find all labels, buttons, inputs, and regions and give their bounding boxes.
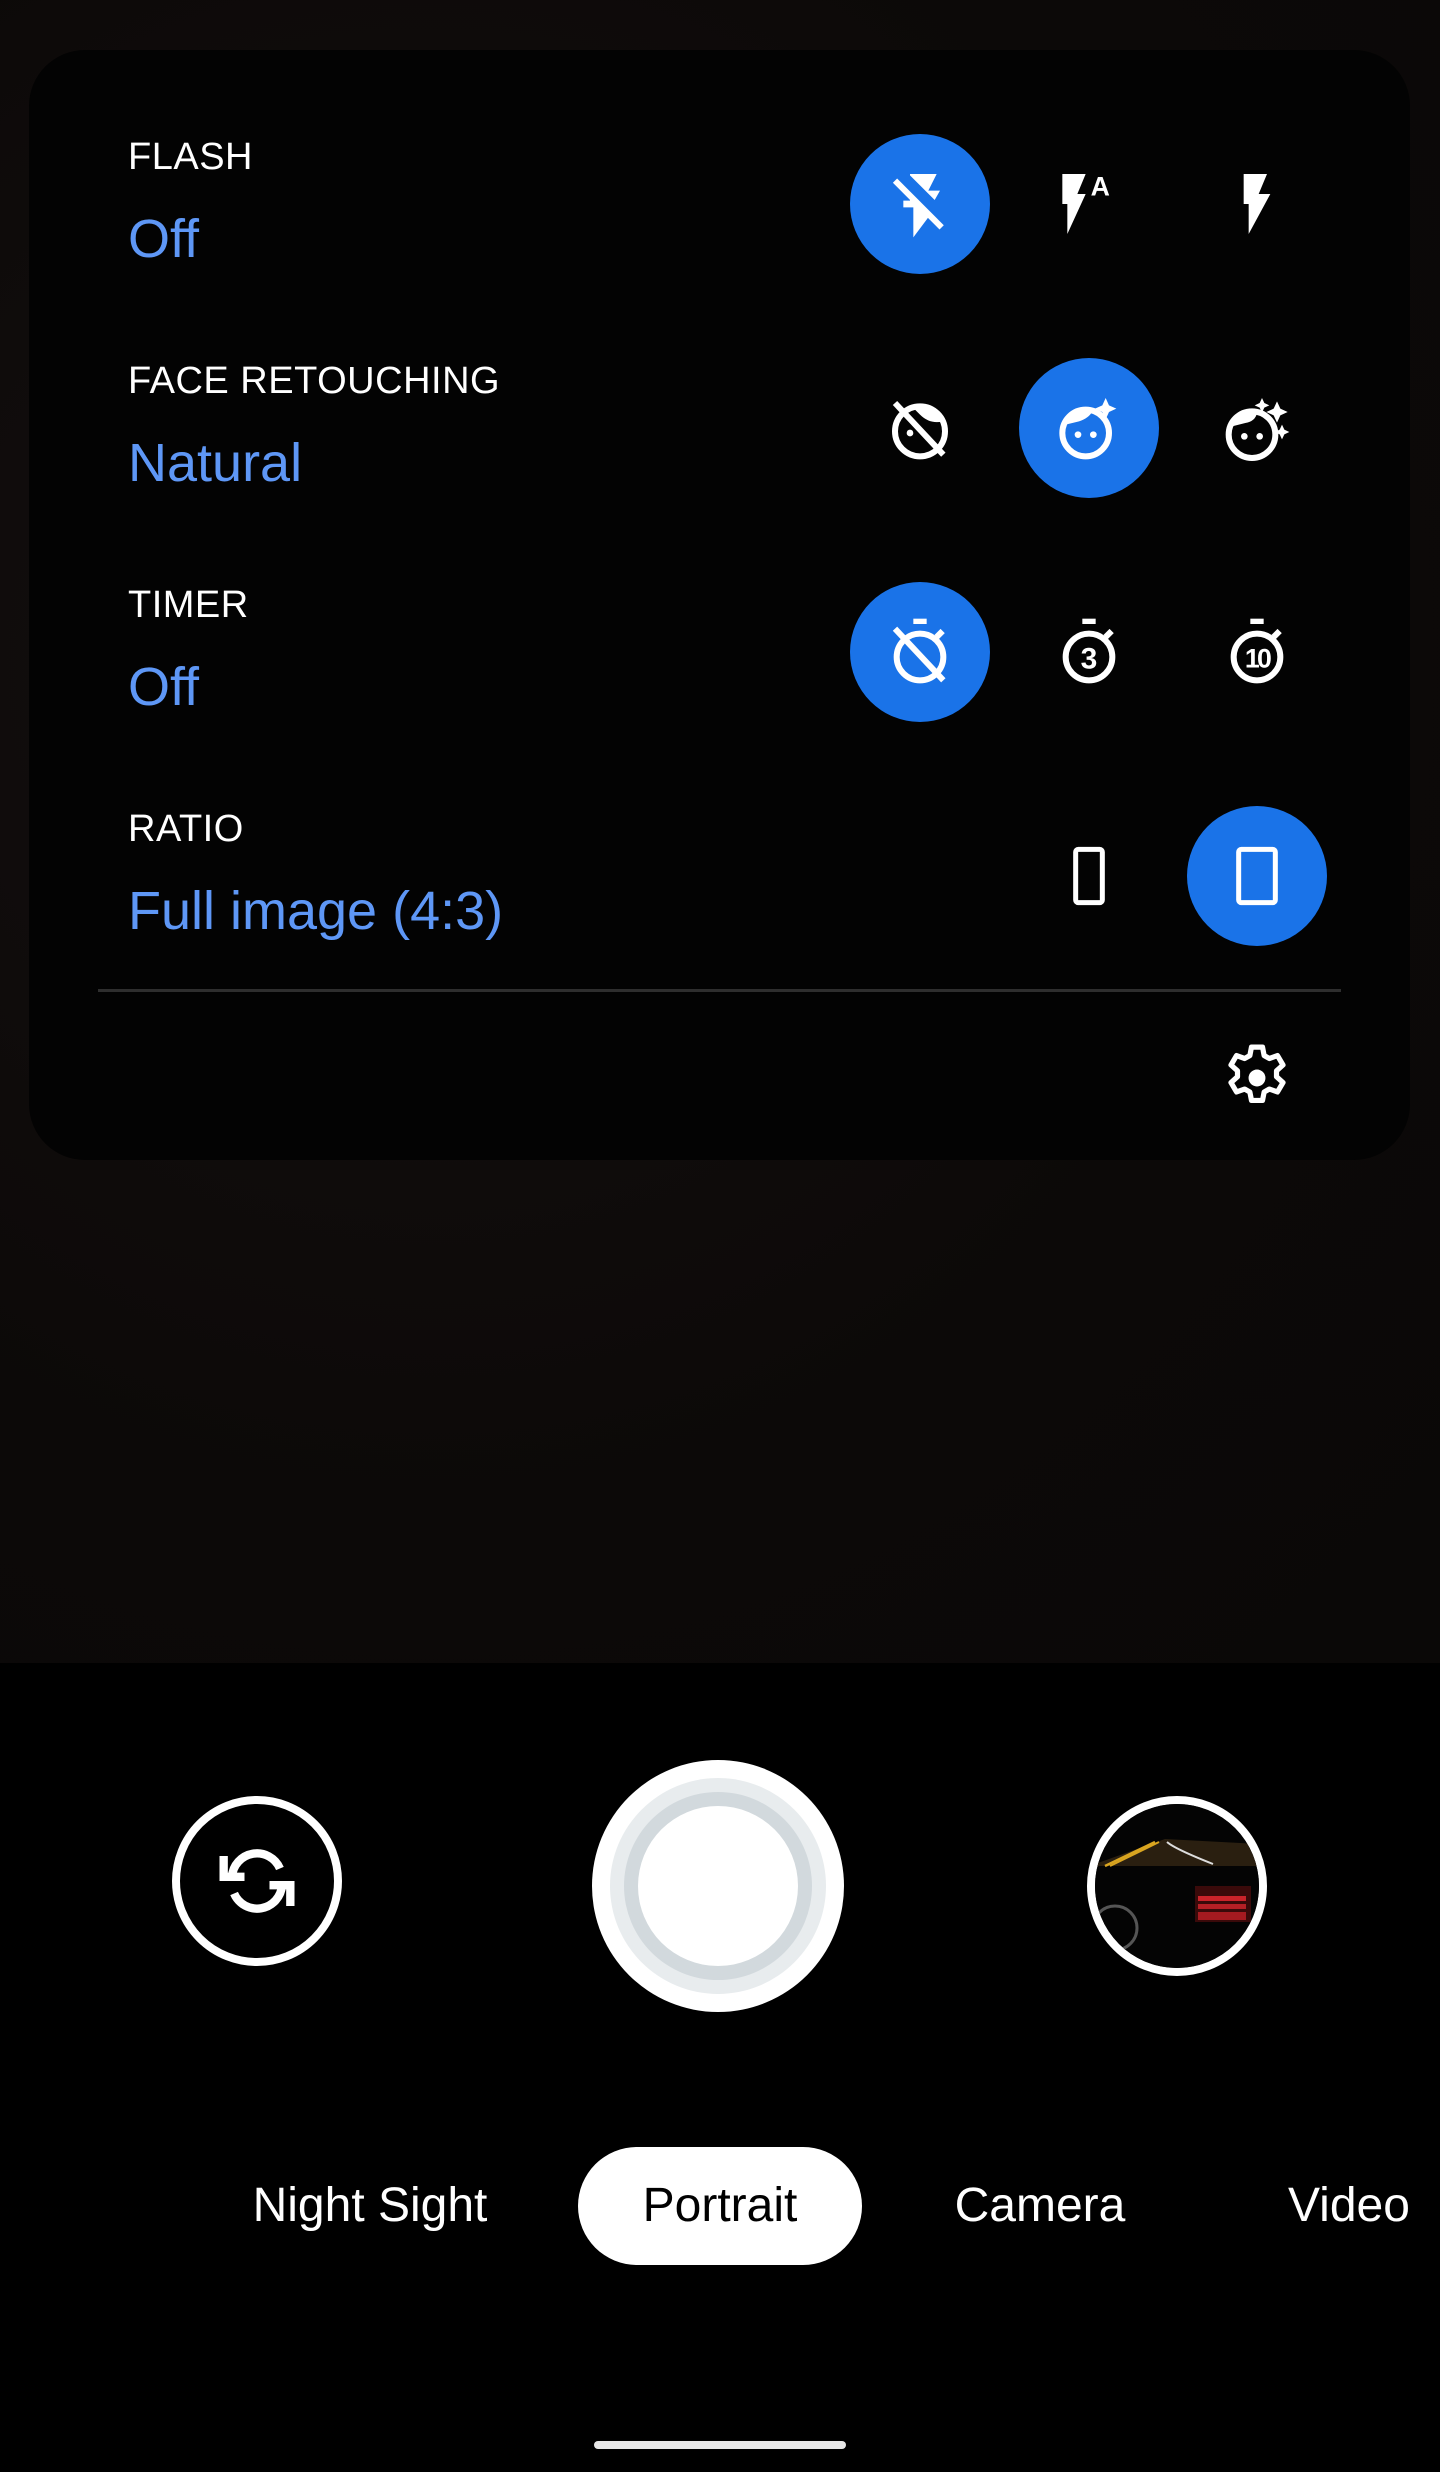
more-settings-button[interactable] <box>1212 1033 1302 1123</box>
thumbnail-image <box>1095 1804 1259 1968</box>
flash-off-icon <box>892 174 944 238</box>
face-retouching-off-icon <box>892 400 948 460</box>
flip-camera-button[interactable] <box>172 1796 342 1966</box>
mode-video[interactable]: Video <box>1270 2147 1440 2265</box>
svg-text:10: 10 <box>1245 644 1271 674</box>
last-photo-thumbnail[interactable] <box>1087 1796 1267 1976</box>
mode-portrait[interactable]: Portrait <box>578 2147 862 2265</box>
home-gesture-bar[interactable] <box>594 2441 846 2449</box>
flash-label: FLASH <box>128 136 253 178</box>
timer-off-button[interactable] <box>850 582 990 722</box>
face-retouching-value: Natural <box>128 433 303 493</box>
flash-auto-icon: A <box>1062 172 1110 234</box>
timer-10-icon: 10 <box>1230 618 1284 684</box>
ratio-value: Full image (4:3) <box>128 881 504 941</box>
mode-night-sight[interactable]: Night Sight <box>230 2147 510 2265</box>
timer-3-icon: 3 <box>1062 618 1116 684</box>
timer-off-icon <box>892 618 947 684</box>
ratio-tall-rect-icon <box>1073 846 1105 906</box>
flash-value: Off <box>128 209 200 269</box>
flash-on-icon <box>1243 174 1271 234</box>
panel-divider <box>98 989 1341 992</box>
face-retouching-label: FACE RETOUCHING <box>128 360 501 402</box>
face-retouching-natural-icon <box>1059 398 1117 460</box>
gear-icon <box>1228 1044 1286 1104</box>
face-retouching-off-button[interactable] <box>850 358 990 498</box>
flash-off-button[interactable] <box>850 134 990 274</box>
mode-camera[interactable]: Camera <box>920 2147 1160 2265</box>
mode-selector: Night Sight Portrait Camera Video <box>0 2147 1440 2265</box>
timer-value: Off <box>128 657 200 717</box>
flash-auto-button[interactable]: A <box>1019 134 1159 274</box>
svg-text:A: A <box>1091 172 1110 202</box>
ratio-full-button[interactable] <box>1187 806 1327 946</box>
ratio-wide-button[interactable] <box>1019 806 1159 946</box>
svg-text:3: 3 <box>1081 643 1098 676</box>
face-retouching-natural-button[interactable] <box>1019 358 1159 498</box>
timer-10-button[interactable]: 10 <box>1187 582 1327 722</box>
shutter-core <box>638 1806 798 1966</box>
timer-3-button[interactable]: 3 <box>1019 582 1159 722</box>
timer-label: TIMER <box>128 584 249 626</box>
ratio-4-3-rect-icon <box>1236 846 1278 906</box>
face-retouching-smooth-icon <box>1225 398 1290 461</box>
ratio-label: RATIO <box>128 808 244 850</box>
flip-camera-icon <box>219 1849 295 1913</box>
shutter-button[interactable] <box>592 1760 844 2012</box>
flash-on-button[interactable] <box>1187 134 1327 274</box>
face-retouching-smooth-button[interactable] <box>1187 358 1327 498</box>
